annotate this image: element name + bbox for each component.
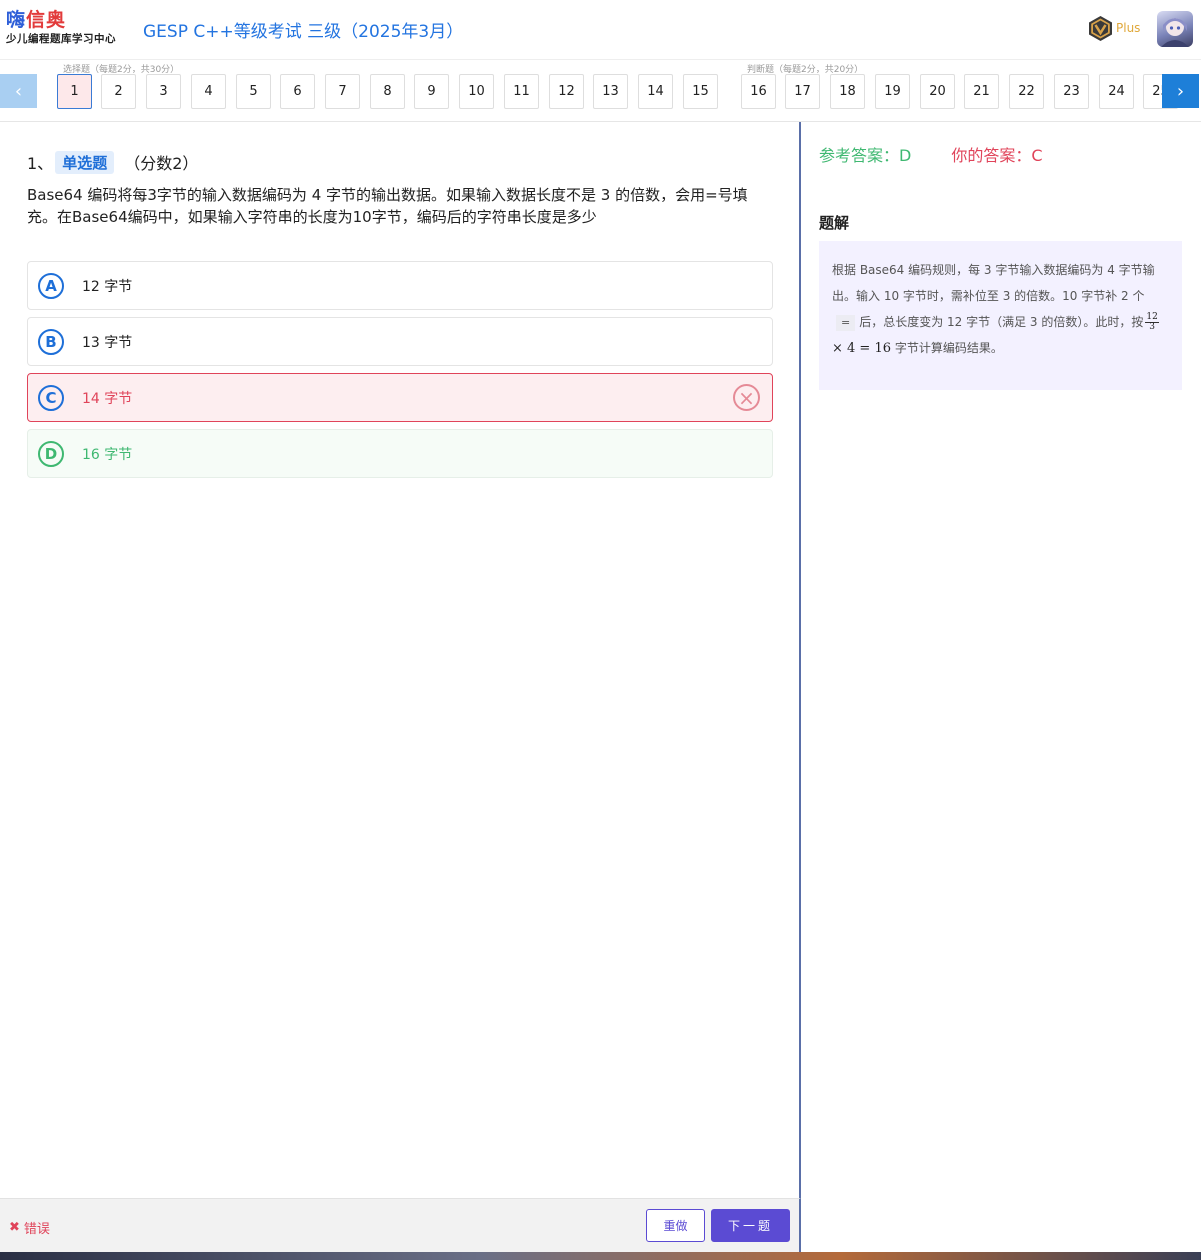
avatar-image <box>1161 18 1189 47</box>
question-score: （分数2） <box>124 154 199 173</box>
chevron-right-icon: › <box>1176 80 1185 102</box>
error-x-icon: ✖ <box>9 1220 20 1235</box>
chevron-left-icon: ‹ <box>14 80 23 102</box>
reference-answer: 参考答案：D <box>819 146 912 165</box>
your-answer: 你的答案：C <box>951 146 1043 165</box>
question-button-9[interactable]: 9 <box>414 74 449 109</box>
question-button-7[interactable]: 7 <box>325 74 360 109</box>
math-expression: × 4 = 16 <box>832 341 891 356</box>
question-navigator: ‹ 选择题（每题2分，共30分） 判断题（每题2分，共20分） 1 2 3 4 … <box>0 60 1201 122</box>
question-type-badge: 单选题 <box>55 150 115 174</box>
question-button-15[interactable]: 15 <box>683 74 718 109</box>
option-d[interactable]: D 16 字节 <box>27 429 773 478</box>
question-button-4[interactable]: 4 <box>191 74 226 109</box>
option-a[interactable]: A 12 字节 <box>27 261 773 310</box>
option-letter: B <box>38 328 64 355</box>
nav-prev-button[interactable]: ‹ <box>0 74 37 108</box>
question-button-21[interactable]: 21 <box>964 74 999 109</box>
option-text: 16 字节 <box>82 446 133 463</box>
site-logo[interactable]: 嗨信奥 少儿编程题库学习中心 <box>6 8 126 52</box>
option-text: 13 字节 <box>82 334 133 351</box>
question-button-6[interactable]: 6 <box>280 74 315 109</box>
next-question-button[interactable]: 下一题 <box>711 1209 790 1242</box>
option-c[interactable]: C 14 字节 × <box>27 373 773 422</box>
inline-code: = <box>836 315 856 331</box>
question-button-5[interactable]: 5 <box>236 74 271 109</box>
wrong-answer-icon: × <box>733 384 760 411</box>
option-b[interactable]: B 13 字节 <box>27 317 773 366</box>
result-status-label: 错误 <box>23 1222 50 1237</box>
question-footer: ✖ 错误 重做 下一题 <box>0 1198 801 1252</box>
window-bottom-strip <box>0 1252 1201 1260</box>
option-letter: C <box>38 384 64 411</box>
fraction-denominator: 3 <box>1149 322 1155 332</box>
option-letter: A <box>38 272 64 299</box>
avatar[interactable] <box>1157 11 1193 47</box>
solution-text-2: 后，总长度变为 12 字节（满足 3 的倍数）。此时，按 <box>859 315 1144 329</box>
question-text: Base64 编码将每3字节的输入数据编码为 4 字节的输出数据。如果输入数据长… <box>27 186 748 226</box>
question-button-1[interactable]: 1 <box>57 74 92 109</box>
answer-summary: 参考答案：D 你的答案：C <box>819 142 1043 166</box>
question-button-8[interactable]: 8 <box>370 74 405 109</box>
question-button-11[interactable]: 11 <box>504 74 539 109</box>
option-text: 12 字节 <box>82 278 133 295</box>
result-status: ✖ 错误 <box>9 1218 50 1237</box>
logo-subtitle: 少儿编程题库学习中心 <box>6 33 116 45</box>
question-button-20[interactable]: 20 <box>920 74 955 109</box>
question-button-14[interactable]: 14 <box>638 74 673 109</box>
page-title: GESP C++等级考试 三级（2025年3月） <box>143 22 464 42</box>
vip-badge-icon[interactable] <box>1087 15 1114 42</box>
option-text: 14 字节 <box>82 390 133 407</box>
question-index: 1、 <box>27 154 54 173</box>
option-letter: D <box>38 440 64 467</box>
plus-label: Plus <box>1116 21 1141 35</box>
question-button-13[interactable]: 13 <box>593 74 628 109</box>
logo-main-text: 嗨信奥 <box>6 9 67 31</box>
question-button-16[interactable]: 16 <box>741 74 776 109</box>
question-header: 1、 单选题 （分数2） <box>27 150 198 174</box>
nav-next-button[interactable]: › <box>1162 74 1199 108</box>
question-button-19[interactable]: 19 <box>875 74 910 109</box>
solution-text-3: 字节计算编码结果。 <box>894 341 1003 355</box>
question-button-24[interactable]: 24 <box>1099 74 1134 109</box>
question-button-10[interactable]: 10 <box>459 74 494 109</box>
app-header: 嗨信奥 少儿编程题库学习中心 GESP C++等级考试 三级（2025年3月） … <box>0 0 1201 60</box>
question-button-12[interactable]: 12 <box>549 74 584 109</box>
redo-button[interactable]: 重做 <box>646 1209 705 1242</box>
question-button-17[interactable]: 17 <box>785 74 820 109</box>
question-button-2[interactable]: 2 <box>101 74 136 109</box>
solution-text-1: 根据 Base64 编码规则，每 3 字节输入数据编码为 4 字节输出。输入 1… <box>832 263 1155 303</box>
solution-content: 根据 Base64 编码规则，每 3 字节输入数据编码为 4 字节输出。输入 1… <box>819 241 1182 390</box>
solution-title: 题解 <box>819 214 850 232</box>
question-panel: 1、 单选题 （分数2） Base64 编码将每3字节的输入数据编码为 4 字节… <box>0 122 801 1198</box>
question-button-18[interactable]: 18 <box>830 74 865 109</box>
question-button-23[interactable]: 23 <box>1054 74 1089 109</box>
solution-panel: 参考答案：D 你的答案：C 题解 根据 Base64 编码规则，每 3 字节输入… <box>803 122 1201 1252</box>
question-button-3[interactable]: 3 <box>146 74 181 109</box>
question-button-22[interactable]: 22 <box>1009 74 1044 109</box>
fraction: 12 3 <box>1145 313 1159 332</box>
